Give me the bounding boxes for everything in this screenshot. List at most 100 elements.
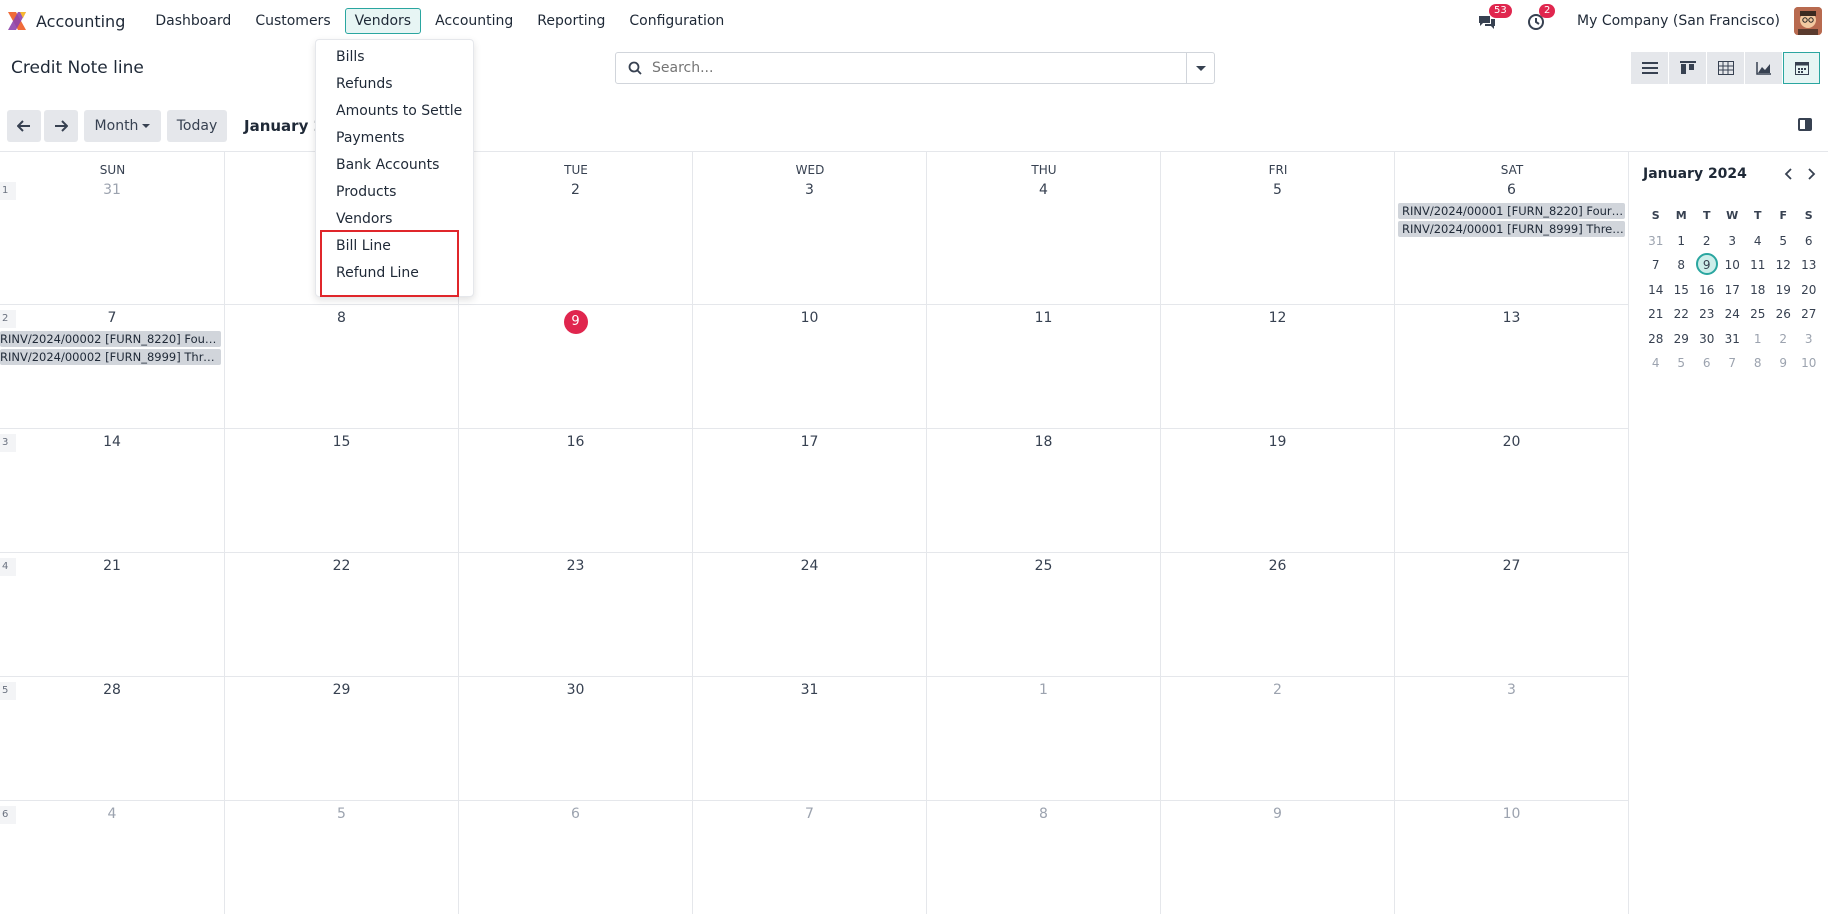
mini-calendar-day[interactable]: 5	[1669, 351, 1695, 376]
calendar-day-cell[interactable]: 29	[225, 677, 459, 801]
mini-calendar-day[interactable]: 1	[1745, 327, 1771, 352]
calendar-event[interactable]: RINV/2024/00002 [FURN_8220] Four Person …	[0, 331, 221, 347]
calendar-day-cell[interactable]: 12	[1161, 305, 1395, 429]
calendar-day-cell[interactable]: 9	[459, 305, 693, 429]
calendar-day-cell[interactable]: 2	[1161, 677, 1395, 801]
calendar-event[interactable]: RINV/2024/00002 [FURN_8999] Three-Seat S…	[0, 349, 221, 365]
mini-calendar-day[interactable]: 2	[1771, 327, 1797, 352]
mini-calendar-day[interactable]: 11	[1745, 253, 1771, 278]
mini-calendar-day[interactable]: 19	[1771, 278, 1797, 303]
mini-calendar-day[interactable]: 9	[1771, 351, 1797, 376]
mini-calendar-day[interactable]: 21	[1643, 302, 1669, 327]
menu-item-bank-accounts[interactable]: Bank Accounts	[336, 157, 439, 173]
menu-vendors[interactable]: Vendors	[344, 8, 422, 34]
mini-calendar-day[interactable]: 23	[1694, 302, 1720, 327]
calendar-day-cell[interactable]: 7	[693, 801, 927, 914]
mini-calendar-day[interactable]: 6	[1694, 351, 1720, 376]
mini-calendar-day[interactable]: 12	[1771, 253, 1797, 278]
calendar-day-cell[interactable]: 4	[927, 152, 1161, 305]
mini-calendar-day[interactable]: 4	[1643, 351, 1669, 376]
calendar-day-cell[interactable]: 20	[1395, 429, 1629, 553]
mini-calendar-day[interactable]: 27	[1796, 302, 1822, 327]
calendar-view-button[interactable]	[1783, 52, 1820, 84]
calendar-day-cell[interactable]: 24	[693, 553, 927, 677]
next-button[interactable]	[44, 110, 78, 142]
chevron-left-icon[interactable]	[1783, 168, 1795, 180]
calendar-event[interactable]: RINV/2024/00001 [FURN_8999] Three-Seat S…	[1398, 221, 1625, 237]
scale-dropdown-button[interactable]: Month	[84, 110, 161, 142]
graph-view-button[interactable]	[1745, 52, 1782, 84]
chevron-right-icon[interactable]	[1805, 168, 1817, 180]
mini-calendar-day[interactable]: 6	[1796, 229, 1822, 254]
calendar-day-cell[interactable]: 18	[927, 429, 1161, 553]
calendar-day-cell[interactable]: 13	[1395, 305, 1629, 429]
calendar-day-cell[interactable]: 15	[225, 429, 459, 553]
calendar-day-cell[interactable]: 16	[459, 429, 693, 553]
mini-calendar-day[interactable]: 1	[1669, 229, 1695, 254]
mini-calendar-day[interactable]: 9	[1694, 253, 1720, 278]
mini-calendar-day[interactable]: 15	[1669, 278, 1695, 303]
calendar-day-cell[interactable]: 25	[927, 553, 1161, 677]
menu-item-products[interactable]: Products	[336, 184, 396, 200]
mini-calendar-day[interactable]: 7	[1720, 351, 1746, 376]
menu-item-refunds[interactable]: Refunds	[336, 76, 393, 92]
list-view-button[interactable]	[1631, 52, 1668, 84]
mini-calendar-day[interactable]: 22	[1669, 302, 1695, 327]
search-input[interactable]	[652, 60, 1186, 76]
mini-calendar-day[interactable]: 20	[1796, 278, 1822, 303]
user-avatar[interactable]	[1794, 7, 1822, 35]
mini-calendar-day[interactable]: 31	[1643, 229, 1669, 254]
calendar-day-cell[interactable]: 22	[225, 553, 459, 677]
menu-configuration[interactable]: Configuration	[619, 8, 734, 34]
mini-calendar-day[interactable]: 18	[1745, 278, 1771, 303]
app-logo-icon[interactable]	[6, 10, 28, 32]
calendar-day-cell[interactable]: 14	[0, 429, 225, 553]
pivot-view-button[interactable]	[1707, 52, 1744, 84]
menu-item-payments[interactable]: Payments	[336, 130, 405, 146]
calendar-day-cell[interactable]: 21	[0, 553, 225, 677]
mini-calendar-day[interactable]: 2	[1694, 229, 1720, 254]
mini-calendar-day[interactable]: 10	[1796, 351, 1822, 376]
mini-calendar-day[interactable]: 17	[1720, 278, 1746, 303]
mini-calendar-day[interactable]: 8	[1745, 351, 1771, 376]
kanban-view-button[interactable]	[1669, 52, 1706, 84]
menu-accounting[interactable]: Accounting	[425, 8, 523, 34]
messages-button[interactable]: 53	[1477, 4, 1512, 32]
menu-customers[interactable]: Customers	[245, 8, 340, 34]
mini-calendar-day[interactable]: 29	[1669, 327, 1695, 352]
calendar-day-cell[interactable]: 31	[0, 152, 225, 305]
calendar-day-cell[interactable]: 19	[1161, 429, 1395, 553]
calendar-day-cell[interactable]: 1	[927, 677, 1161, 801]
mini-calendar-day[interactable]: 24	[1720, 302, 1746, 327]
calendar-day-cell[interactable]: 4	[0, 801, 225, 914]
calendar-event[interactable]: RINV/2024/00001 [FURN_8220] Four Person …	[1398, 203, 1625, 219]
calendar-day-cell[interactable]: 8	[225, 305, 459, 429]
calendar-day-cell[interactable]: 7	[0, 305, 225, 429]
calendar-day-cell[interactable]: 9	[1161, 801, 1395, 914]
today-button[interactable]: Today	[167, 110, 227, 142]
sidebar-toggle-icon[interactable]	[1798, 118, 1812, 131]
menu-reporting[interactable]: Reporting	[527, 8, 615, 34]
mini-calendar-day[interactable]: 14	[1643, 278, 1669, 303]
mini-calendar-day[interactable]: 7	[1643, 253, 1669, 278]
mini-calendar-day[interactable]: 5	[1771, 229, 1797, 254]
calendar-day-cell[interactable]: 30	[459, 677, 693, 801]
mini-calendar-day[interactable]: 10	[1720, 253, 1746, 278]
mini-calendar-day[interactable]: 13	[1796, 253, 1822, 278]
calendar-day-cell[interactable]: 5	[225, 801, 459, 914]
activities-button[interactable]: 2	[1527, 4, 1556, 32]
calendar-day-cell[interactable]: 26	[1161, 553, 1395, 677]
mini-calendar-day[interactable]: 30	[1694, 327, 1720, 352]
app-name[interactable]: Accounting	[36, 12, 125, 31]
mini-calendar-day[interactable]: 26	[1771, 302, 1797, 327]
calendar-day-cell[interactable]: 8	[927, 801, 1161, 914]
calendar-day-cell[interactable]: 17	[693, 429, 927, 553]
mini-calendar-day[interactable]: 4	[1745, 229, 1771, 254]
menu-item-bills[interactable]: Bills	[336, 49, 365, 65]
calendar-day-cell[interactable]: 28	[0, 677, 225, 801]
calendar-day-cell[interactable]: 23	[459, 553, 693, 677]
calendar-day-cell[interactable]: 6	[459, 801, 693, 914]
menu-item-amounts-to-settle[interactable]: Amounts to Settle	[336, 103, 462, 119]
menu-dashboard[interactable]: Dashboard	[145, 8, 241, 34]
mini-calendar-day[interactable]: 28	[1643, 327, 1669, 352]
